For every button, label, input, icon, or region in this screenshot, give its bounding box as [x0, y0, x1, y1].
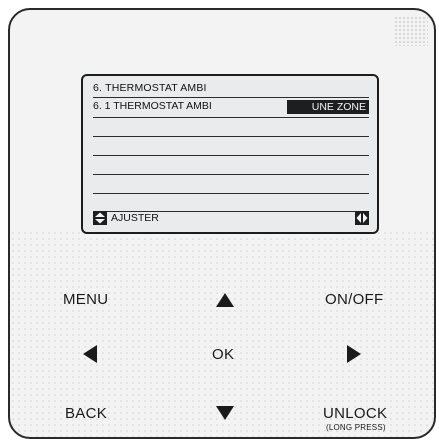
left-arrow-icon — [83, 345, 97, 363]
divider — [93, 193, 369, 194]
divider — [93, 117, 369, 118]
right-button[interactable] — [346, 344, 362, 369]
lcd-screen: 6. THERMOSTAT AMBI 6. 1 THERMOSTAT AMBI … — [81, 74, 379, 234]
left-button[interactable] — [82, 344, 98, 369]
up-arrow-icon — [216, 293, 234, 307]
screen-title: 6. THERMOSTAT AMBI — [93, 82, 207, 94]
screen-footer: AJUSTER — [93, 210, 369, 226]
unlock-button[interactable]: UNLOCK — [323, 405, 387, 422]
left-right-arrows-icon — [355, 211, 369, 225]
divider — [93, 155, 369, 156]
setting-value[interactable]: UNE ZONE — [287, 100, 369, 114]
up-button[interactable] — [215, 292, 235, 313]
down-button[interactable] — [215, 405, 235, 426]
footer-hint-label: AJUSTER — [111, 212, 159, 224]
back-button[interactable]: BACK — [65, 405, 107, 422]
speaker-grille — [394, 16, 428, 46]
menu-button[interactable]: MENU — [63, 291, 108, 308]
right-arrow-icon — [347, 345, 361, 363]
setting-label: 6. 1 THERMOSTAT AMBI — [93, 100, 212, 112]
divider — [93, 174, 369, 175]
down-arrow-icon — [216, 406, 234, 420]
divider — [93, 97, 369, 98]
setting-row-thermostat[interactable]: 6. 1 THERMOSTAT AMBI UNE ZONE — [93, 100, 369, 114]
controller-panel: 6. THERMOSTAT AMBI 6. 1 THERMOSTAT AMBI … — [8, 8, 436, 439]
on-off-button[interactable]: ON/OFF — [325, 291, 383, 308]
divider — [93, 136, 369, 137]
unlock-hint: (LONG PRESS) — [326, 423, 386, 432]
ok-button[interactable]: OK — [212, 346, 234, 363]
up-down-arrows-icon — [93, 211, 107, 225]
